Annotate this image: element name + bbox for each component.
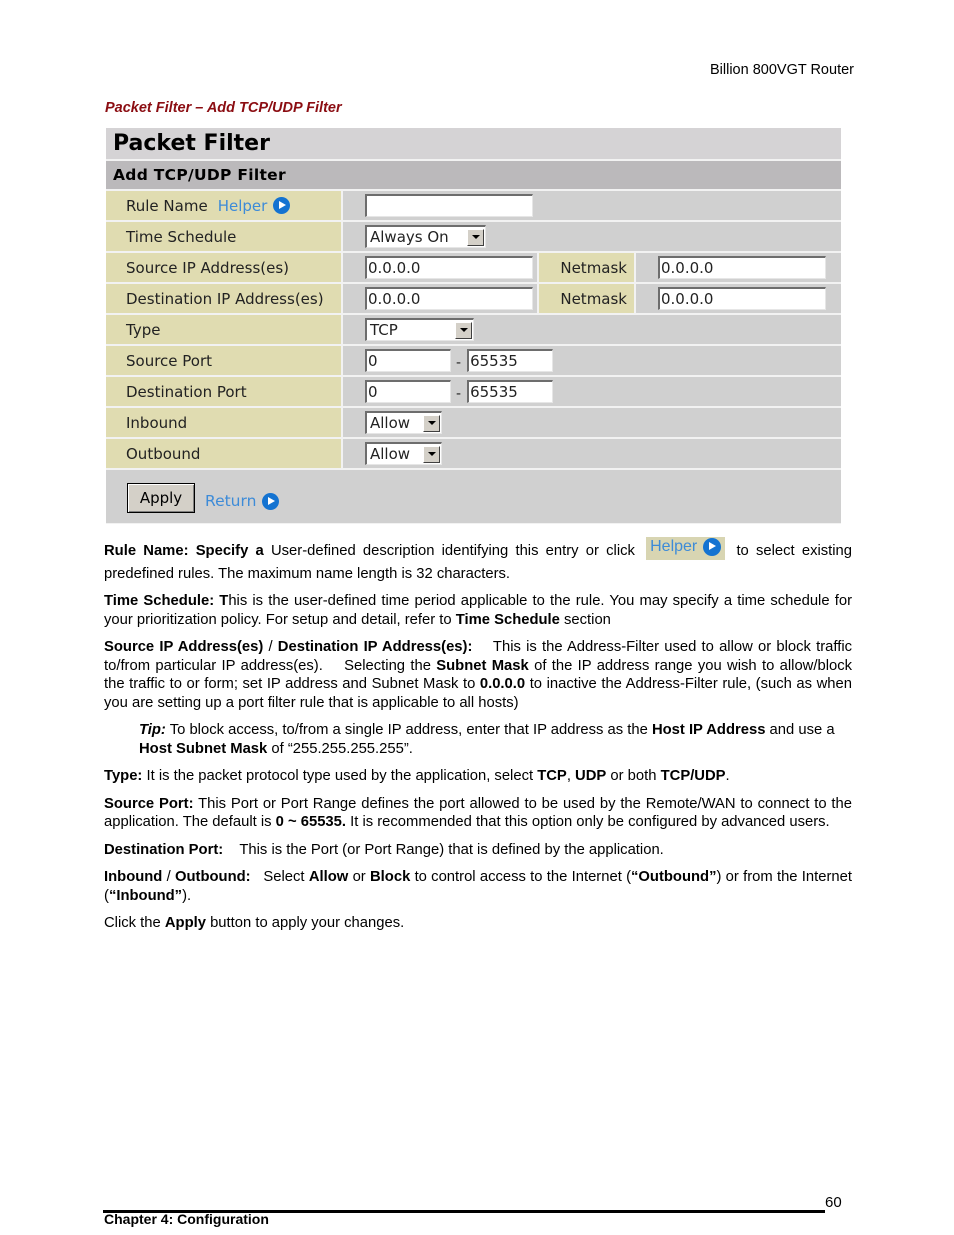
port-range-separator: - (456, 386, 462, 402)
apply-button[interactable]: Apply (127, 483, 195, 513)
play-arrow-icon (703, 538, 722, 557)
page-number: 60 (825, 1194, 842, 1211)
destination-netmask-label: Netmask (539, 284, 636, 313)
return-link-text[interactable]: Return (205, 492, 256, 510)
para-rule-name: Rule Name: Specify a User-defined descri… (104, 537, 853, 582)
description-body: Rule Name: Specify a User-defined descri… (104, 537, 857, 942)
helper-link-text[interactable]: Helper (218, 197, 268, 215)
inbound-select[interactable]: Allow (365, 411, 442, 434)
packet-filter-panel: Packet Filter Add TCP/UDP Filter Rule Na… (106, 128, 841, 524)
destination-port-to-input[interactable] (467, 380, 554, 403)
destination-port-label: Destination Port (106, 377, 343, 406)
para-ip-address: Source IP Address(es) / Destination IP A… (104, 639, 857, 711)
para-destination-port: Destination Port: This is the Port (or P… (104, 841, 664, 858)
type-label: Type (106, 315, 343, 344)
panel-title: Packet Filter (106, 128, 841, 161)
destination-port-from-input[interactable] (365, 380, 451, 403)
play-arrow-icon[interactable] (273, 197, 291, 214)
row-outbound: Outbound Allow (106, 439, 841, 470)
chapter-footer: Chapter 4: Configuration (104, 1211, 269, 1227)
source-netmask-label: Netmask (539, 253, 636, 282)
time-schedule-select[interactable]: Always On (365, 225, 486, 248)
inbound-label: Inbound (106, 408, 343, 437)
rule-name-input[interactable] (365, 194, 533, 217)
para-apply: Click the Apply button to apply your cha… (104, 915, 405, 931)
source-ip-label: Source IP Address(es) (106, 253, 343, 282)
para-tip: Tip: To block access, to/from a single I… (139, 722, 835, 757)
row-source-port: Source Port - (106, 346, 841, 377)
para-inbound-outbound: Inbound / Outbound: Select Allow or Bloc… (104, 869, 857, 904)
row-type: Type TCP (106, 315, 841, 346)
destination-netmask-input[interactable] (658, 287, 826, 310)
row-inbound: Inbound Allow (106, 408, 841, 439)
time-schedule-label: Time Schedule (106, 222, 343, 251)
panel-subtitle: Add TCP/UDP Filter (106, 161, 841, 191)
row-destination-port: Destination Port - (106, 377, 841, 408)
dropdown-arrow-icon[interactable] (423, 414, 440, 432)
section-title: Packet Filter – Add TCP/UDP Filter (105, 100, 342, 116)
document-header: Billion 800VGT Router (709, 62, 854, 78)
helper-link[interactable]: Helper (218, 197, 291, 215)
source-port-from-input[interactable] (365, 349, 451, 372)
rule-name-label: Rule Name (126, 196, 208, 215)
port-range-separator: - (456, 355, 462, 371)
row-source-ip: Source IP Address(es) Netmask (106, 253, 841, 284)
source-port-to-input[interactable] (467, 349, 554, 372)
dropdown-arrow-icon[interactable] (467, 228, 484, 246)
row-destination-ip: Destination IP Address(es) Netmask (106, 284, 841, 315)
row-rule-name: Rule Name Helper (106, 191, 841, 222)
row-time-schedule: Time Schedule Always On (106, 222, 841, 253)
inline-helper-image: Helper (646, 537, 726, 560)
source-port-label: Source Port (106, 346, 343, 375)
source-ip-input[interactable] (365, 256, 533, 279)
form-actions: Apply Return (106, 470, 841, 524)
type-select[interactable]: TCP (365, 318, 474, 341)
para-source-port: Source Port: This Port or Port Range def… (104, 795, 852, 831)
para-time-schedule: Time Schedule: This is the user-defined … (104, 593, 852, 628)
dropdown-arrow-icon[interactable] (423, 445, 440, 463)
source-netmask-input[interactable] (658, 256, 826, 279)
dropdown-arrow-icon[interactable] (455, 321, 472, 339)
outbound-label: Outbound (106, 439, 343, 468)
return-link[interactable]: Return (205, 492, 280, 510)
play-arrow-icon[interactable] (262, 492, 280, 510)
outbound-select[interactable]: Allow (365, 442, 442, 465)
para-type: Type: It is the packet protocol type use… (104, 768, 730, 784)
destination-ip-label: Destination IP Address(es) (106, 284, 343, 313)
destination-ip-input[interactable] (365, 287, 533, 310)
